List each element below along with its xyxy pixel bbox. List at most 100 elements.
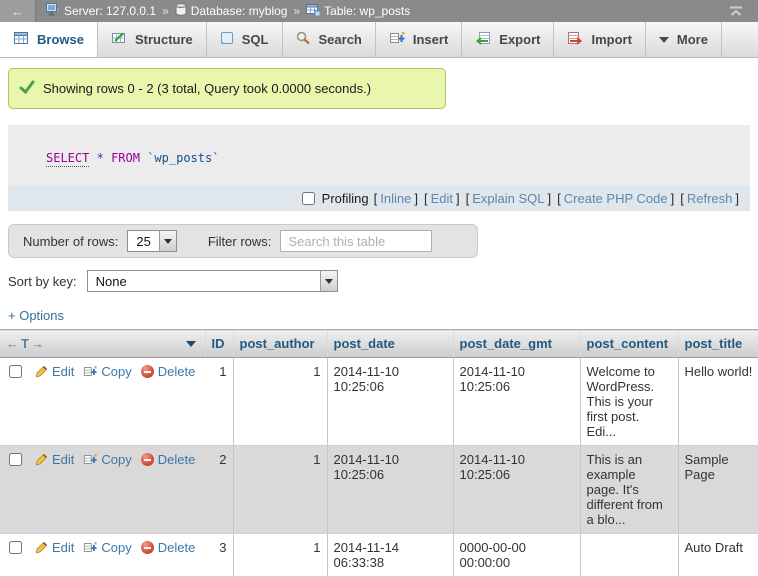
breadcrumb-database[interactable]: Database: myblog [175,3,288,19]
cell-post-content[interactable]: This is an example page. It's different … [580,446,678,534]
column-header-post-date-gmt[interactable]: post_date_gmt [453,330,580,358]
explain-sql-link[interactable]: Explain SQL [472,191,544,206]
tab-structure[interactable]: Structure [98,22,207,57]
sql-keyword-select: SELECT [46,151,89,167]
column-header-id[interactable]: ID [205,330,233,358]
row-select-checkbox[interactable] [9,541,22,554]
refresh-link[interactable]: Refresh [687,191,733,206]
row-select-checkbox[interactable] [9,365,22,378]
cell-id[interactable]: 2 [205,446,233,534]
tab-browse-label: Browse [37,32,84,47]
tab-export[interactable]: Export [462,22,554,57]
tab-search[interactable]: Search [283,22,376,57]
sort-by-key-select[interactable]: None [87,270,338,292]
table-icon [306,4,320,19]
sql-icon [220,31,234,48]
table-header-row: ←T→ ID post_author post_date post_date_g… [0,330,758,358]
cell-post-author[interactable]: 1 [233,358,327,446]
cell-post-author[interactable]: 1 [233,446,327,534]
breadcrumb-server[interactable]: Server: 127.0.0.1 [46,3,156,19]
status-message: Showing rows 0 - 2 (3 total, Query took … [8,68,446,109]
delete-icon [141,541,154,554]
delete-row-link[interactable]: Delete [141,364,196,379]
tab-sql-label: SQL [242,32,269,47]
number-of-rows-value: 25 [128,231,158,251]
structure-icon [111,31,127,48]
edit-row-link[interactable]: Edit [35,452,74,467]
copy-icon [83,541,97,554]
export-icon [475,31,491,48]
create-php-code-link[interactable]: Create PHP Code [564,191,668,206]
back-button[interactable]: ← [0,0,36,22]
sql-query-box: SELECT * FROM `wp_posts` Profiling [ Inl… [8,125,750,211]
cell-post-content[interactable]: Welcome to WordPress. This is your first… [580,358,678,446]
tab-search-label: Search [319,32,362,47]
cell-id[interactable]: 1 [205,358,233,446]
tab-more-label: More [677,32,708,47]
cell-post-content[interactable] [580,534,678,577]
breadcrumb-table-label: Table: wp_posts [324,4,410,18]
cell-post-title[interactable]: Sample Page [678,446,758,534]
bracket: [ [680,191,684,206]
browse-icon [13,31,29,48]
profiling-checkbox[interactable] [302,192,315,205]
select-dropdown-button [320,271,337,291]
cell-post-date[interactable]: 2014-11-10 10:25:06 [327,446,453,534]
tab-import-label: Import [591,32,631,47]
bracket: ] [456,191,460,206]
actions-header-cell[interactable]: ←T→ [0,330,205,358]
filter-rows-label: Filter rows: [208,234,272,249]
cell-post-date[interactable]: 2014-11-10 10:25:06 [327,358,453,446]
column-header-post-title[interactable]: post_title [678,330,758,358]
edit-query-link[interactable]: Edit [431,191,453,206]
row-select-checkbox[interactable] [9,453,22,466]
copy-row-link[interactable]: Copy [83,452,131,467]
column-header-post-content[interactable]: post_content [580,330,678,358]
copy-row-link[interactable]: Copy [83,364,131,379]
cell-post-title[interactable]: Hello world! [678,358,758,446]
cell-post-title[interactable]: Auto Draft [678,534,758,577]
cell-post-date[interactable]: 2014-11-14 06:33:38 [327,534,453,577]
column-header-post-author[interactable]: post_author [233,330,327,358]
edit-row-link[interactable]: Edit [35,540,74,555]
collapse-navigation-icon[interactable] [728,6,744,17]
tab-structure-label: Structure [135,32,193,47]
cell-post-date-gmt[interactable]: 2014-11-10 10:25:06 [453,446,580,534]
cell-id[interactable]: 3 [205,534,233,577]
inline-link[interactable]: Inline [380,191,411,206]
options-toggle-link[interactable]: + Options [8,308,78,323]
sql-query-display: SELECT * FROM `wp_posts` [8,125,750,186]
copy-row-link[interactable]: Copy [83,540,131,555]
edit-row-link[interactable]: Edit [35,364,74,379]
table-row: Edit Copy Delete 2 1 2014-11-10 10:25:06… [0,446,758,534]
breadcrumb: Server: 127.0.0.1 » Database: myblog » T… [46,3,410,19]
cell-post-date-gmt[interactable]: 0000-00-00 00:00:00 [453,534,580,577]
tab-browse[interactable]: Browse [0,22,98,57]
tab-insert-label: Insert [413,32,448,47]
column-header-post-date[interactable]: post_date [327,330,453,358]
tab-bar: Browse Structure SQL Search Insert Expor… [0,22,758,58]
row-actions-cell: Edit Copy Delete [0,446,205,534]
tab-more[interactable]: More [646,22,722,57]
cell-post-author[interactable]: 1 [233,534,327,577]
pencil-icon [35,453,48,466]
tab-sql[interactable]: SQL [207,22,283,57]
breadcrumb-bar: ← Server: 127.0.0.1 » Database: myblog »… [0,0,758,22]
tab-insert[interactable]: Insert [376,22,462,57]
sql-star: * [97,151,104,165]
number-of-rows-select[interactable]: 25 [127,230,176,252]
breadcrumb-table[interactable]: Table: wp_posts [306,4,410,19]
tab-import[interactable]: Import [554,22,645,57]
delete-row-link[interactable]: Delete [141,540,196,555]
sort-row: Sort by key: None [8,270,758,292]
with-selected-dropdown-icon[interactable] [186,341,196,347]
results-table: ←T→ ID post_author post_date post_date_g… [0,329,758,577]
delete-row-link[interactable]: Delete [141,452,196,467]
cell-post-date-gmt[interactable]: 2014-11-10 10:25:06 [453,358,580,446]
rows-control-bar: Number of rows: 25 Filter rows: [8,224,478,258]
status-message-text: Showing rows 0 - 2 (3 total, Query took … [43,81,371,96]
server-icon [46,3,60,19]
filter-rows-input[interactable] [280,230,432,252]
profiling-label: Profiling [322,191,369,206]
column-display-arrows[interactable]: ←T→ [6,336,46,351]
